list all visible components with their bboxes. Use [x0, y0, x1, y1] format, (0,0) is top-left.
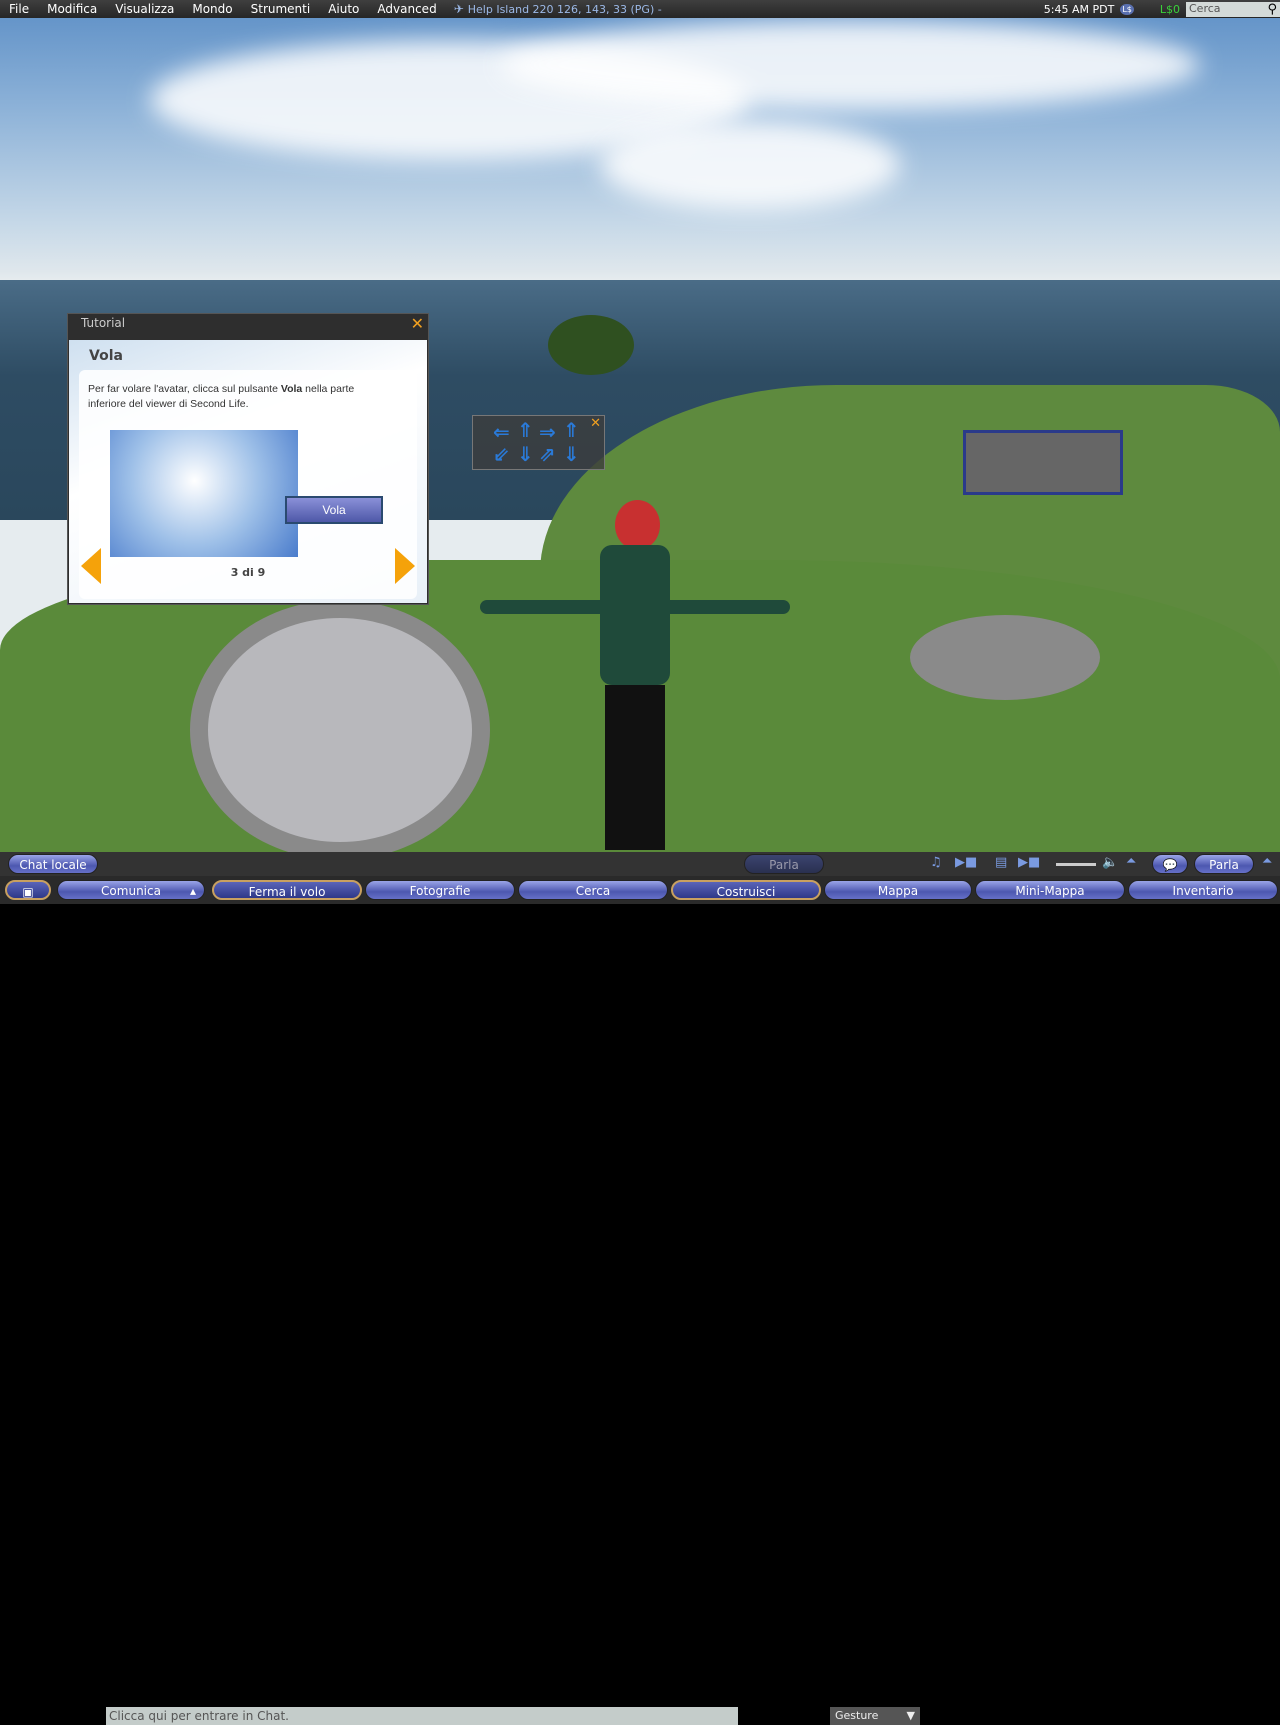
voice-chat-icon[interactable]: 💬: [1152, 854, 1188, 874]
avatar[interactable]: [480, 500, 790, 850]
media-icon[interactable]: ▤: [995, 855, 1007, 870]
communicate-button[interactable]: Comunica ▴: [57, 880, 205, 900]
backward-icon[interactable]: ⇓: [517, 442, 534, 466]
balance[interactable]: L$0: [1160, 3, 1180, 16]
chat-input[interactable]: Clicca qui per entrare in Chat.: [106, 1707, 738, 1725]
music-icon[interactable]: ♫: [930, 855, 942, 870]
search-icon[interactable]: ⚲: [1267, 2, 1277, 17]
menu-modifica[interactable]: Modifica: [38, 2, 106, 16]
previous-arrow-icon[interactable]: [81, 548, 101, 584]
build-button[interactable]: Costruisci: [671, 880, 821, 900]
search-placeholder: Cerca: [1189, 1, 1221, 15]
local-chat-button[interactable]: Chat locale: [8, 854, 98, 874]
buy-currency-icon[interactable]: L$: [1120, 3, 1134, 15]
page-indicator: 3 di 9: [230, 566, 266, 579]
fly-status-icon: ✈: [453, 2, 464, 16]
music-play-icon[interactable]: ▶■: [955, 855, 977, 870]
slide-right-icon[interactable]: ⇗: [539, 442, 556, 466]
chat-history-icon[interactable]: ▣: [5, 880, 51, 900]
gesture-dropdown[interactable]: Gesture ▼: [830, 1707, 920, 1725]
stop-flying-button[interactable]: Ferma il volo: [212, 880, 362, 900]
tutorial-heading: Vola: [89, 348, 123, 364]
chat-bar: Chat locale Clicca qui per entrare in Ch…: [0, 852, 1280, 1725]
tutorial-window: Tutorial ✕ Vola Per far volare l'avatar,…: [67, 313, 429, 605]
mini-map-button[interactable]: Mini-Mappa: [975, 880, 1125, 900]
tutorial-title: Tutorial: [81, 316, 126, 330]
clock: 5:45 AM PDT: [1043, 2, 1115, 16]
menu-visualizza[interactable]: Visualizza: [106, 2, 183, 16]
turn-left-icon[interactable]: ⇐: [493, 420, 510, 444]
menu-aiuto[interactable]: Aiuto: [319, 2, 368, 16]
vola-callout: Vola: [285, 496, 383, 524]
slide-left-icon[interactable]: ⇙: [493, 442, 510, 466]
voice-speak-button[interactable]: Parla: [1194, 854, 1254, 874]
close-icon[interactable]: ✕: [590, 416, 601, 431]
bottom-toolbar: ▣ Comunica ▴ Ferma il volo Fotografie Cer…: [0, 876, 1280, 904]
search-button[interactable]: Cerca: [518, 880, 668, 900]
fly-down-icon[interactable]: ⇓: [563, 442, 580, 466]
menu-advanced[interactable]: Advanced: [368, 2, 445, 16]
volume-slider[interactable]: [1056, 863, 1096, 866]
close-icon[interactable]: ✕: [411, 314, 424, 333]
location-link[interactable]: Help Island 220 126, 143, 33 (PG) -: [468, 3, 662, 16]
mute-icon[interactable]: 🔈: [1102, 855, 1118, 870]
snapshot-button[interactable]: Fotografie: [365, 880, 515, 900]
next-arrow-icon[interactable]: [395, 548, 415, 584]
speak-button[interactable]: Parla: [744, 854, 824, 874]
forward-icon[interactable]: ⇑: [517, 418, 534, 442]
fly-up-icon[interactable]: ⇑: [563, 418, 580, 442]
menu-bar: File Modifica Visualizza Mondo Strumenti…: [0, 0, 1280, 18]
menu-strumenti[interactable]: Strumenti: [242, 2, 320, 16]
menu-mondo[interactable]: Mondo: [183, 2, 241, 16]
movement-controls: ✕ ⇐ ⇑ ⇒ ⇑ ⇙ ⇓ ⇗ ⇓: [472, 415, 605, 470]
map-button[interactable]: Mappa: [824, 880, 972, 900]
expand-icon[interactable]: ⏶: [1262, 854, 1272, 869]
tutorial-text: Per far volare l'avatar, clicca sul puls…: [88, 383, 355, 410]
chevron-up-icon: ▴: [189, 884, 196, 898]
media-play-icon[interactable]: ▶■: [1018, 855, 1040, 870]
turn-right-icon[interactable]: ⇒: [539, 420, 556, 444]
inventory-button[interactable]: Inventario: [1128, 880, 1278, 900]
search-input[interactable]: Cerca ⚲: [1186, 1, 1280, 17]
menu-file[interactable]: File: [0, 2, 38, 16]
tutorial-image: [110, 430, 298, 557]
expand-icon[interactable]: ⏶: [1126, 854, 1136, 869]
